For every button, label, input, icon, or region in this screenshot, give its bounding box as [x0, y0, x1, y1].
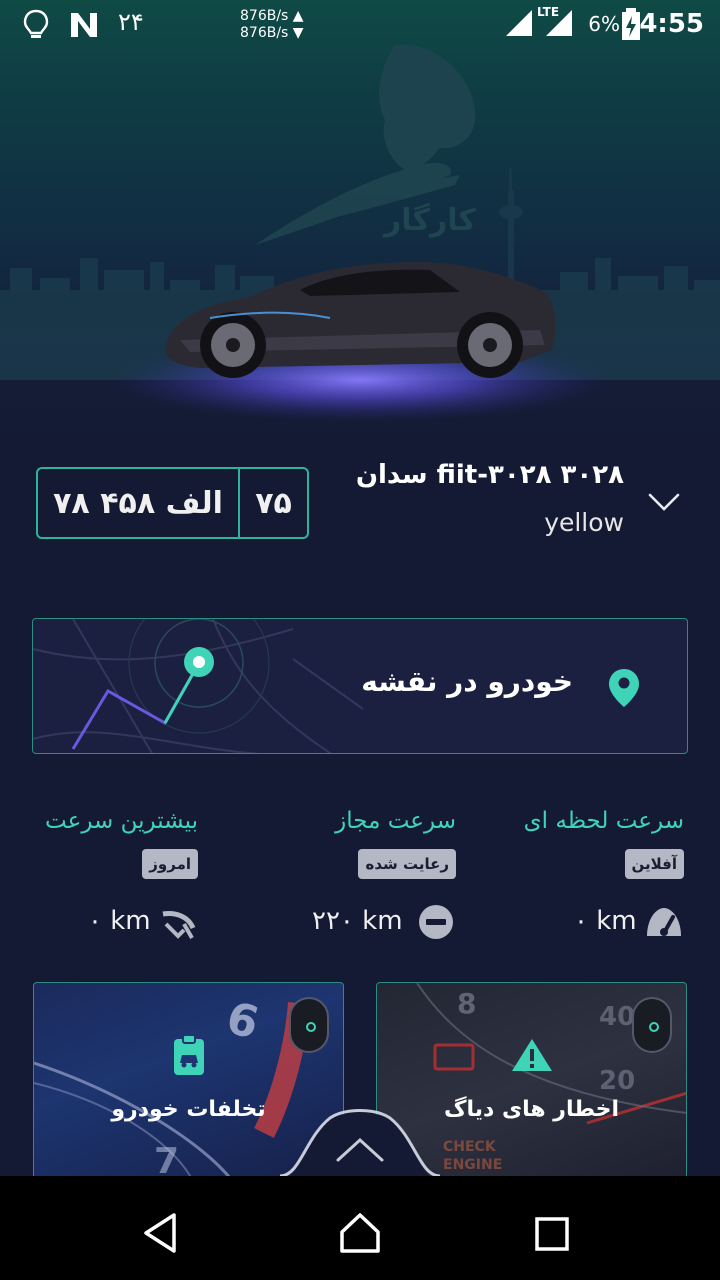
svg-text:6: 6 — [221, 992, 264, 1049]
vehicle-title: سدان fiit-۳۰۲۸ ۳۰۲۸ — [355, 460, 624, 490]
stat-value: ۰ km — [88, 906, 151, 936]
battery-percent: 6% — [588, 12, 620, 36]
speedometer-icon — [647, 908, 681, 936]
stat-title: سرعت لحظه ای — [523, 808, 684, 834]
chevron-down-icon[interactable] — [646, 484, 682, 520]
status-badge: امروز — [142, 849, 198, 879]
signal-icon — [506, 10, 532, 36]
svg-text:8: 8 — [457, 987, 476, 1020]
home-icon[interactable] — [338, 1212, 382, 1254]
notification-count: ۲۴ — [118, 8, 144, 36]
plate-number: ۷۸ الف ۴۵۸ — [53, 485, 223, 521]
stat-title: سرعت مجاز — [335, 808, 456, 834]
status-badge: رعایت شده — [358, 849, 456, 879]
clipboard-car-icon — [174, 1034, 204, 1075]
map-card-label: خودرو در نقشه — [361, 665, 573, 698]
violations-toggle[interactable] — [289, 997, 329, 1053]
logo-text: کارگار — [382, 202, 477, 238]
plate-region: ۷۵ — [255, 485, 292, 521]
status-badge: آفلاین — [624, 849, 684, 879]
lightbulb-icon — [23, 9, 49, 38]
stat-value: ۲۲۰ km — [312, 906, 403, 936]
system-nav-bar — [0, 1176, 720, 1280]
license-plate: ۷۸ الف ۴۵۸ ۷۵ — [36, 467, 309, 539]
stat-title: بیشترین سرعت — [45, 808, 198, 834]
diag-toggle[interactable] — [632, 997, 672, 1053]
location-pin-icon — [609, 669, 639, 707]
svg-text:20: 20 — [599, 1066, 635, 1096]
status-bar: ۲۴ 876B/s ▲ 876B/s ▼ LTE 6% 4:55 — [0, 0, 720, 50]
net-speed: 876B/s ▲ 876B/s ▼ — [240, 8, 304, 41]
stat-value: ۰ km — [574, 906, 637, 936]
bottom-sheet-handle[interactable] — [0, 1100, 720, 1180]
net-down-value: 876B/s — [240, 25, 289, 41]
map-card[interactable]: خودرو در نقشه — [32, 618, 688, 754]
clock: 4:55 — [639, 9, 704, 39]
back-icon[interactable] — [140, 1212, 180, 1254]
vehicle-color: yellow — [544, 508, 624, 537]
hero-illustration: کارگار — [0, 44, 720, 422]
warning-icon — [512, 1039, 552, 1071]
top-speed-icon — [162, 911, 196, 939]
signal-lte-icon — [546, 10, 572, 36]
net-up-value: 876B/s — [240, 8, 289, 24]
minus-circle-icon — [419, 905, 453, 939]
n-notification-icon — [71, 13, 97, 37]
svg-text:40: 40 — [599, 1002, 635, 1032]
hero-banner: کارگار — [0, 0, 720, 450]
recents-icon[interactable] — [534, 1216, 570, 1252]
